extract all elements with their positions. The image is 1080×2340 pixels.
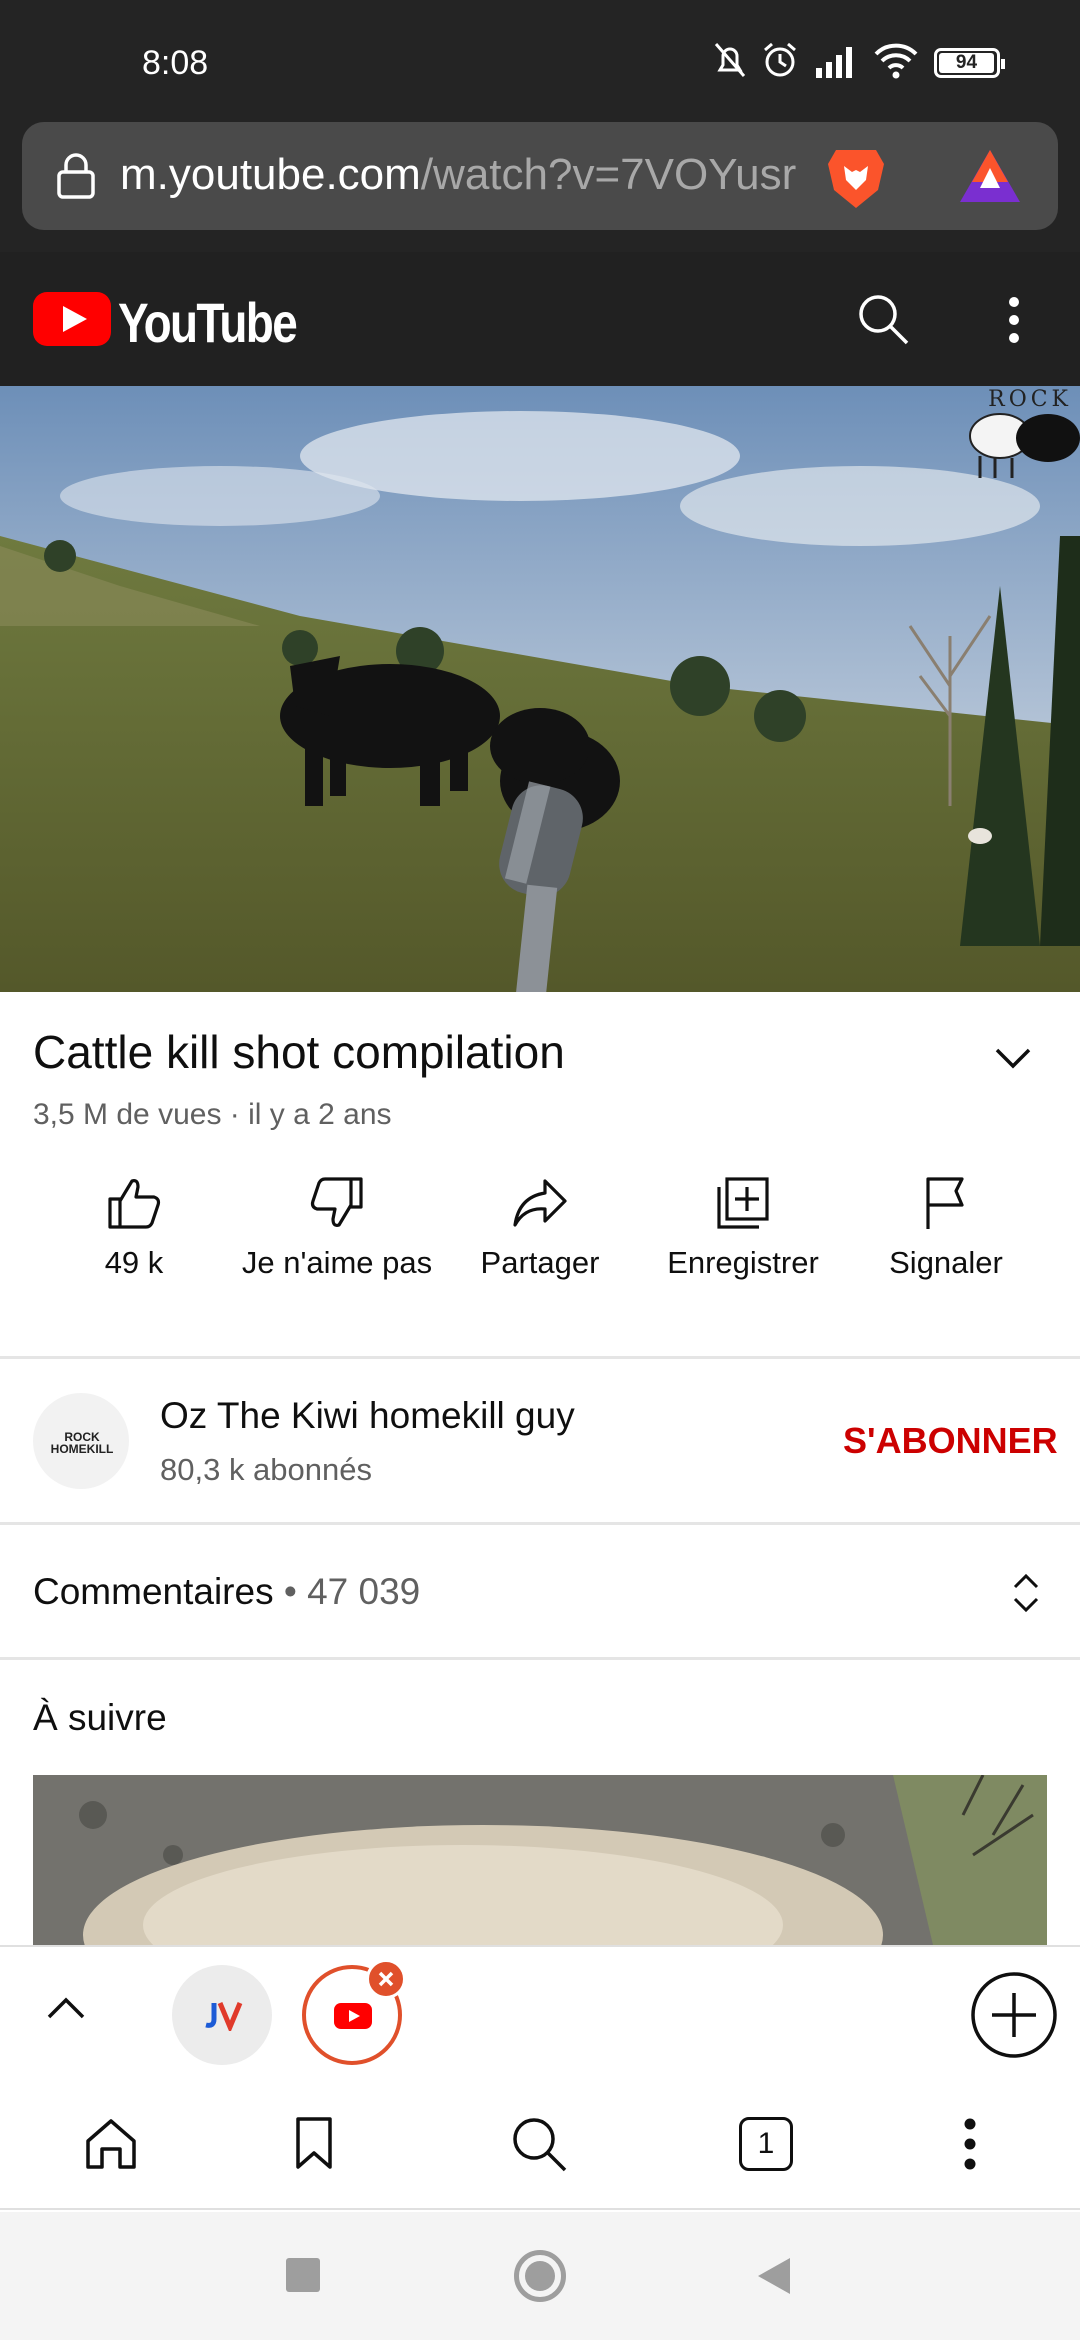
- playlist-add-icon: [717, 1177, 769, 1229]
- close-tab-button[interactable]: [366, 1959, 406, 1999]
- channel-subscribers: 80,3 k abonnés: [160, 1452, 373, 1487]
- thumbs-down-icon: [310, 1177, 363, 1227]
- divider: [0, 1522, 1080, 1525]
- tab-jv[interactable]: [172, 1965, 272, 2065]
- flag-icon: [926, 1177, 964, 1229]
- wifi-icon: [874, 43, 918, 79]
- url-text[interactable]: m.youtube.com/watch?v=7VOYusr: [120, 150, 820, 200]
- report-label: Signaler: [889, 1245, 1003, 1280]
- dislike-label: Je n'aime pas: [241, 1245, 433, 1280]
- recents-button[interactable]: [286, 2258, 320, 2292]
- browser-bottom-nav: 1: [0, 2085, 1080, 2210]
- channel-name[interactable]: Oz The Kiwi homekill guy: [160, 1395, 575, 1437]
- channel-avatar-text: ROCK HOMEKILL: [50, 1430, 114, 1456]
- thumbs-up-icon: [108, 1179, 161, 1229]
- subscribe-button[interactable]: S'ABONNER: [843, 1420, 1058, 1462]
- lock-icon[interactable]: [56, 152, 96, 200]
- comments-count: • 47 039: [283, 1571, 421, 1612]
- like-button[interactable]: 49 k: [34, 1175, 234, 1281]
- status-bar: 8:08 94: [0, 0, 1080, 118]
- alarm-icon: [764, 42, 796, 77]
- brave-shields-icon[interactable]: [826, 146, 886, 212]
- dislike-button[interactable]: Je n'aime pas: [237, 1175, 437, 1281]
- share-button[interactable]: Partager: [440, 1175, 640, 1281]
- video-frame[interactable]: ROCK: [0, 386, 1080, 992]
- url-host: m.youtube.com: [120, 150, 421, 199]
- system-nav-bar: [0, 2212, 1080, 2340]
- close-icon: [378, 1971, 394, 1987]
- brave-rewards-icon[interactable]: [958, 148, 1022, 204]
- divider: [0, 1657, 1080, 1660]
- tab-strip: [0, 1945, 1080, 2085]
- save-button[interactable]: Enregistrer: [643, 1175, 843, 1281]
- new-tab-icon[interactable]: [970, 1971, 1058, 2059]
- thumbnail-image: [33, 1775, 1047, 1945]
- share-icon: [513, 1179, 567, 1227]
- like-count: 49 k: [104, 1245, 164, 1280]
- home-button[interactable]: [514, 2250, 566, 2302]
- up-next-thumbnail[interactable]: [33, 1775, 1047, 1945]
- report-button[interactable]: Signaler: [846, 1175, 1046, 1281]
- divider: [0, 1356, 1080, 1359]
- jv-favicon-icon: [205, 2002, 243, 2031]
- home-icon[interactable]: [84, 2117, 138, 2171]
- channel-avatar[interactable]: ROCK HOMEKILL: [33, 1393, 129, 1489]
- save-label: Enregistrer: [667, 1245, 819, 1280]
- bookmark-icon[interactable]: [294, 2115, 334, 2171]
- youtube-header: YouTube: [0, 252, 1080, 386]
- battery-level: 94: [939, 53, 994, 73]
- comments-label: Commentaires: [33, 1571, 274, 1612]
- address-bar[interactable]: m.youtube.com/watch?v=7VOYusr: [22, 122, 1058, 230]
- expand-icon[interactable]: [1012, 1572, 1040, 1614]
- video-meta: 3,5 M de vues · il y a 2 ans: [33, 1098, 392, 1131]
- url-path: /watch?v=7VOYusr: [420, 150, 797, 199]
- status-time: 8:08: [142, 44, 209, 82]
- tab-count-button[interactable]: 1: [739, 2117, 793, 2171]
- youtube-favicon-icon: [334, 2003, 372, 2029]
- mute-bell-icon: [714, 43, 746, 77]
- video-title: Cattle kill shot compilation: [33, 1026, 565, 1078]
- comments-section[interactable]: Commentaires • 47 039: [33, 1571, 420, 1613]
- chevron-up-icon[interactable]: [46, 1995, 86, 2021]
- watermark-text: ROCK: [988, 387, 1072, 412]
- youtube-logo-icon[interactable]: [33, 292, 111, 346]
- search-icon[interactable]: [510, 2115, 568, 2173]
- battery-icon: 94: [934, 48, 1005, 78]
- search-icon[interactable]: [856, 292, 910, 346]
- video-player[interactable]: ROCK: [0, 386, 1080, 992]
- up-next-label: À suivre: [33, 1697, 167, 1738]
- youtube-wordmark[interactable]: YouTube: [118, 290, 298, 355]
- back-button[interactable]: [756, 2256, 792, 2296]
- share-label: Partager: [480, 1245, 600, 1280]
- more-vert-icon[interactable]: [962, 2117, 978, 2171]
- signal-icon: [816, 47, 852, 78]
- more-vert-icon[interactable]: [1006, 294, 1022, 346]
- chevron-down-icon[interactable]: [994, 1046, 1032, 1070]
